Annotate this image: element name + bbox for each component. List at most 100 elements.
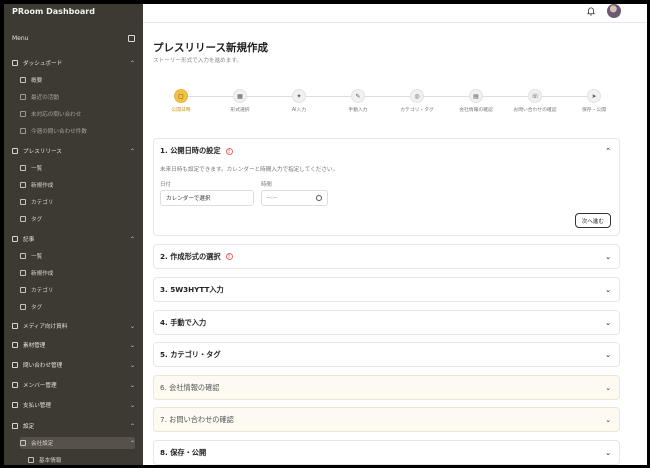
- step-6[interactable]: ▤ 会社情報の確認: [446, 89, 506, 113]
- date-label: 日付: [160, 182, 171, 188]
- sidebar-item-label: タグ: [31, 217, 43, 223]
- sidebar-item[interactable]: タグ: [20, 213, 135, 225]
- section-4[interactable]: 4. 手動で入力 ⌄: [153, 310, 620, 335]
- sidebar-item[interactable]: タグ: [20, 301, 135, 313]
- chevron-down-icon[interactable]: ⌄: [605, 286, 611, 294]
- sidebar-item[interactable]: 新規作成: [20, 179, 135, 191]
- section-5[interactable]: 5. カテゴリ・タグ ⌄: [153, 342, 620, 367]
- section-header[interactable]: 7. お問い合わせの確認 ⌄: [160, 408, 611, 431]
- section-header[interactable]: 8. 保存・公開 ⌄: [160, 441, 611, 464]
- step-label: カテゴリ・タグ: [400, 108, 434, 113]
- step-label: 会社情報の確認: [459, 108, 493, 113]
- sidebar-item-label: 一覧: [31, 254, 43, 260]
- sidebar-item[interactable]: カテゴリ: [20, 196, 135, 208]
- chevron-up-icon[interactable]: ⌃: [130, 236, 135, 243]
- chevron-down-icon[interactable]: ⌄: [605, 384, 611, 392]
- section-header[interactable]: 3. 5W3HYTT入力 ⌄: [160, 278, 611, 301]
- sidebar-item[interactable]: 支払い管理 ⌄: [12, 399, 135, 411]
- section-title: 1. 公開日時の設定: [160, 146, 221, 155]
- step-icon: ▦: [233, 89, 247, 103]
- step-label: 形式選択: [230, 108, 250, 113]
- section-header[interactable]: 1. 公開日時の設定 ! ⌃: [160, 145, 611, 157]
- media-icon: [12, 323, 18, 329]
- warning-icon: !: [225, 147, 233, 155]
- sidebar-item[interactable]: メディア向け資料 ⌄: [12, 320, 135, 332]
- sidebar-item[interactable]: 概要: [20, 74, 135, 86]
- sidebar-item[interactable]: 最近の活動: [20, 91, 135, 103]
- chevron-down-icon[interactable]: ⌄: [130, 342, 135, 349]
- chevron-up-icon[interactable]: ⌃: [130, 440, 135, 447]
- section-title: 5. カテゴリ・タグ: [160, 349, 221, 359]
- chart-icon: [20, 77, 26, 83]
- chevron-down-icon[interactable]: ⌄: [130, 402, 135, 409]
- chevron-down-icon[interactable]: ⌄: [130, 323, 135, 330]
- sidebar-item[interactable]: メンバー管理 ⌄: [12, 379, 135, 391]
- sidebar-item-label: 基本情報: [39, 458, 62, 464]
- sidebar-item[interactable]: 新規作成: [20, 267, 135, 279]
- section-6[interactable]: 6. 会社情報の確認 ⌄: [153, 375, 620, 400]
- sidebar-item[interactable]: 未対応の問い合わせ: [20, 108, 135, 120]
- step-2[interactable]: ▦ 形式選択: [210, 89, 270, 113]
- chevron-down-icon[interactable]: ⌄: [130, 382, 135, 389]
- sidebar-item[interactable]: 問い合わせ管理 ⌄: [12, 359, 135, 371]
- sidebar-item-label: 概要: [31, 78, 43, 84]
- step-label: AI入力: [291, 108, 307, 113]
- sidebar-item-label: 新規作成: [31, 183, 54, 189]
- sidebar-item[interactable]: カテゴリ: [20, 284, 135, 296]
- step-5[interactable]: ◎ カテゴリ・タグ: [387, 89, 447, 113]
- time-label: 時間: [261, 182, 272, 188]
- step-4[interactable]: ✎ 手動入力: [328, 89, 388, 113]
- sidebar-item[interactable]: 一覧: [20, 162, 135, 174]
- time-input[interactable]: --:--: [261, 190, 328, 206]
- sidebar-item[interactable]: 今週の問い合わせ件数: [20, 125, 135, 137]
- chevron-up-icon[interactable]: ⌃: [130, 423, 135, 430]
- sidebar-item[interactable]: 一覧: [20, 250, 135, 262]
- section-header[interactable]: 4. 手動で入力 ⌄: [160, 311, 611, 334]
- sidebar-item[interactable]: 基本情報: [28, 454, 135, 465]
- sidebar-item[interactable]: 記事 ⌃: [12, 233, 135, 245]
- step-7[interactable]: ☏ お問い合わせの確認: [505, 89, 565, 113]
- avatar[interactable]: [607, 4, 621, 18]
- step-8[interactable]: ➤ 保存・公開: [564, 89, 624, 113]
- step-1[interactable]: ▢ 公開日時: [151, 89, 211, 113]
- section-header[interactable]: 5. カテゴリ・タグ ⌄: [160, 343, 611, 366]
- section-3[interactable]: 3. 5W3HYTT入力 ⌄: [153, 277, 620, 302]
- chevron-down-icon[interactable]: ⌄: [605, 449, 611, 457]
- sidebar-item-label: ダッシュボード: [23, 61, 63, 67]
- bell-icon[interactable]: [587, 7, 595, 16]
- chevron-down-icon[interactable]: ⌄: [130, 362, 135, 369]
- chevron-down-icon[interactable]: ⌄: [605, 416, 611, 424]
- gear-icon: [12, 423, 18, 429]
- section-8[interactable]: 8. 保存・公開 ⌄: [153, 440, 620, 465]
- section-header[interactable]: 2. 作成形式の選択! ⌄: [160, 245, 611, 268]
- chevron-up-icon[interactable]: ⌃: [130, 148, 135, 155]
- chevron-down-icon[interactable]: ⌄: [605, 253, 611, 261]
- sidebar-item-label: 素材管理: [23, 343, 46, 349]
- section-header[interactable]: 6. 会社情報の確認 ⌄: [160, 376, 611, 399]
- date-input[interactable]: カレンダーで選択: [160, 190, 254, 206]
- top-bar: [143, 4, 647, 23]
- sidebar-item-label: 問い合わせ管理: [23, 363, 63, 369]
- sidebar-item[interactable]: ダッシュボード ⌃: [12, 57, 135, 69]
- chevron-up-icon[interactable]: ⌃: [605, 147, 611, 155]
- sidebar-item[interactable]: 設定 ⌃: [12, 420, 135, 432]
- trend-icon: [20, 128, 26, 134]
- sidebar-item[interactable]: プレスリリース ⌃: [12, 145, 135, 157]
- step-3[interactable]: ✦ AI入力: [269, 89, 329, 113]
- chevron-down-icon[interactable]: ⌄: [605, 319, 611, 327]
- chevron-down-icon[interactable]: ⌄: [605, 351, 611, 359]
- warning-icon: !: [225, 253, 233, 260]
- step-icon: ➤: [587, 89, 601, 103]
- sidebar-item[interactable]: 素材管理 ⌄: [12, 339, 135, 351]
- wallet-icon: [12, 402, 18, 408]
- list-icon: [20, 253, 26, 259]
- chevron-up-icon[interactable]: ⌃: [130, 60, 135, 67]
- sidebar-item[interactable]: 会社設定 ⌃: [20, 437, 135, 449]
- section-7[interactable]: 7. お問い合わせの確認 ⌄: [153, 407, 620, 432]
- section-description: 未来日時も設定できます。カレンダーと時間入力で指定してください。: [160, 167, 339, 173]
- sidebar-toggle-icon[interactable]: [128, 34, 135, 42]
- section-2[interactable]: 2. 作成形式の選択! ⌄: [153, 244, 620, 269]
- next-button[interactable]: 次へ進む: [574, 213, 611, 228]
- info-icon: [28, 457, 34, 463]
- step-label: 手動入力: [348, 108, 368, 113]
